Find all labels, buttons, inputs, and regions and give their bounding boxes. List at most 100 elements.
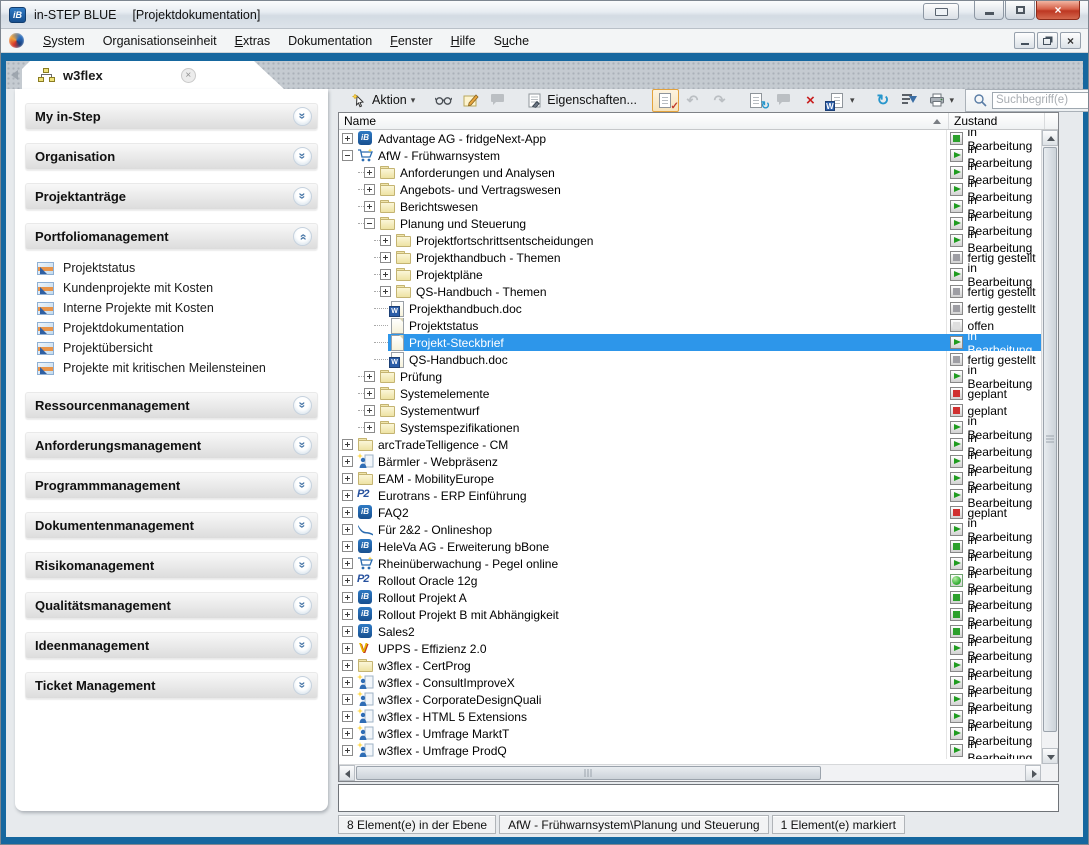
expand-plus-icon[interactable] xyxy=(342,524,353,535)
menu-system[interactable]: System xyxy=(34,31,94,51)
expand-chevron-icon[interactable]: » xyxy=(293,516,312,535)
expand-plus-icon[interactable] xyxy=(364,167,375,178)
mdi-restore-button[interactable] xyxy=(1037,32,1058,49)
horizontal-scroll-thumb[interactable] xyxy=(356,766,821,780)
table-row[interactable]: QS-Handbuch.docfertig gestellt xyxy=(339,351,1041,368)
sidebar-section-portfoliomanagement[interactable]: Portfoliomanagement» xyxy=(25,223,318,250)
expand-chevron-icon[interactable]: » xyxy=(293,556,312,575)
expand-chevron-icon[interactable]: » xyxy=(293,636,312,655)
expand-plus-icon[interactable] xyxy=(364,201,375,212)
expand-plus-icon[interactable] xyxy=(342,490,353,501)
table-row[interactable]: Projekthandbuch - Themenfertig gestellt xyxy=(339,249,1041,266)
sidebar-section-my-in-step[interactable]: My in-Step» xyxy=(25,103,318,130)
menu-extras[interactable]: Extras xyxy=(226,31,279,51)
sidebar-item-projektstatus[interactable]: Projektstatus xyxy=(37,258,318,278)
table-row[interactable]: Rollout Projekt Ain Bearbeitung xyxy=(339,589,1041,606)
refresh-button[interactable]: ↻ xyxy=(869,89,896,112)
scroll-up-icon[interactable] xyxy=(1042,130,1058,146)
expand-plus-icon[interactable] xyxy=(342,609,353,620)
table-row[interactable]: Projektplänein Bearbeitung xyxy=(339,266,1041,283)
expand-plus-icon[interactable] xyxy=(342,456,353,467)
expand-plus-icon[interactable] xyxy=(364,371,375,382)
delete-button[interactable]: × xyxy=(797,89,824,112)
table-row[interactable]: Sales2in Bearbeitung xyxy=(339,623,1041,640)
expand-plus-icon[interactable] xyxy=(342,575,353,586)
table-row[interactable]: Projektfortschrittsentscheidungenin Bear… xyxy=(339,232,1041,249)
expand-plus-icon[interactable] xyxy=(364,184,375,195)
document-refresh-button[interactable]: ↻ xyxy=(743,89,770,112)
table-row[interactable]: Advantage AG - fridgeNext-Appin Bearbeit… xyxy=(339,130,1041,147)
expand-chevron-icon[interactable]: » xyxy=(293,147,312,166)
scroll-right-icon[interactable] xyxy=(1025,765,1041,781)
table-row[interactable]: AfW - Frühwarnsystemin Bearbeitung xyxy=(339,147,1041,164)
expand-chevron-icon[interactable]: » xyxy=(293,396,312,415)
docking-button[interactable] xyxy=(923,3,959,20)
menu-organisationseinheit[interactable]: Organisationseinheit xyxy=(94,31,226,51)
sidebar-item-projektübersicht[interactable]: Projektübersicht xyxy=(37,338,318,358)
menu-fenster[interactable]: Fenster xyxy=(381,31,441,51)
expand-plus-icon[interactable] xyxy=(342,541,353,552)
minimize-button[interactable] xyxy=(974,1,1004,20)
collapse-minus-icon[interactable] xyxy=(342,150,353,161)
menu-hilfe[interactable]: Hilfe xyxy=(442,31,485,51)
sidebar-section-ticket-management[interactable]: Ticket Management» xyxy=(25,672,318,699)
table-row[interactable]: UPPS - Effizienz 2.0in Bearbeitung xyxy=(339,640,1041,657)
mdi-close-button[interactable]: × xyxy=(1060,32,1081,49)
table-row[interactable]: w3flex - ConsultImproveXin Bearbeitung xyxy=(339,674,1041,691)
expand-chevron-icon[interactable]: » xyxy=(293,107,312,126)
document-check-button[interactable]: ✓ xyxy=(652,89,679,112)
table-row[interactable]: w3flex - HTML 5 Extensionsin Bearbeitung xyxy=(339,708,1041,725)
expand-plus-icon[interactable] xyxy=(342,643,353,654)
table-row[interactable]: Rheinüberwachung - Pegel onlinein Bearbe… xyxy=(339,555,1041,572)
menu-suche[interactable]: Suche xyxy=(485,31,538,51)
expand-chevron-icon[interactable]: » xyxy=(293,676,312,695)
table-row[interactable]: Planung und Steuerungin Bearbeitung xyxy=(339,215,1041,232)
expand-plus-icon[interactable] xyxy=(380,235,391,246)
vertical-scrollbar[interactable] xyxy=(1041,130,1058,764)
sidebar-section-ressourcenmanagement[interactable]: Ressourcenmanagement» xyxy=(25,392,318,419)
table-row[interactable]: Projektstatusoffen xyxy=(339,317,1041,334)
table-row[interactable]: Bärmler - Webpräsenzin Bearbeitung xyxy=(339,453,1041,470)
table-row[interactable]: Für 2&2 - Onlineshopin Bearbeitung xyxy=(339,521,1041,538)
sidebar-section-programmmanagement[interactable]: Programmmanagement» xyxy=(25,472,318,499)
scroll-down-icon[interactable] xyxy=(1042,748,1058,764)
sidebar-section-dokumentenmanagement[interactable]: Dokumentenmanagement» xyxy=(25,512,318,539)
expand-plus-icon[interactable] xyxy=(364,388,375,399)
expand-chevron-icon[interactable]: » xyxy=(293,596,312,615)
sidebar-item-kundenprojekte-mit-kosten[interactable]: Kundenprojekte mit Kosten xyxy=(37,278,318,298)
sidebar-section-projektanträge[interactable]: Projektanträge» xyxy=(25,183,318,210)
print-button[interactable]: ▾ xyxy=(923,89,959,112)
table-row[interactable]: Anforderungen und Analysenin Bearbeitung xyxy=(339,164,1041,181)
expand-chevron-icon[interactable]: » xyxy=(293,436,312,455)
table-row[interactable]: w3flex - CertProgin Bearbeitung xyxy=(339,657,1041,674)
sidebar-item-projekte-mit-kritischen-meilensteinen[interactable]: Projekte mit kritischen Meilensteinen xyxy=(37,358,318,378)
expand-plus-icon[interactable] xyxy=(342,677,353,688)
scroll-left-icon[interactable] xyxy=(339,765,355,781)
expand-plus-icon[interactable] xyxy=(342,626,353,637)
expand-plus-icon[interactable] xyxy=(380,269,391,280)
table-row[interactable]: EAM - MobilityEuropein Bearbeitung xyxy=(339,470,1041,487)
expand-plus-icon[interactable] xyxy=(364,422,375,433)
tab-w3flex[interactable]: w3flex × xyxy=(22,61,284,89)
table-row[interactable]: FAQ2geplant xyxy=(339,504,1041,521)
sidebar-section-anforderungsmanagement[interactable]: Anforderungsmanagement» xyxy=(25,432,318,459)
table-row[interactable]: w3flex - Umfrage MarktTin Bearbeitung xyxy=(339,725,1041,742)
collapse-chevron-icon[interactable]: » xyxy=(293,227,312,246)
sidebar-item-projektdokumentation[interactable]: Projektdokumentation xyxy=(37,318,318,338)
expand-plus-icon[interactable] xyxy=(380,252,391,263)
table-row[interactable]: w3flex - CorporateDesignQualiin Bearbeit… xyxy=(339,691,1041,708)
sidebar-section-risikomanagement[interactable]: Risikomanagement» xyxy=(25,552,318,579)
tab-scroll-left-icon[interactable] xyxy=(11,70,18,80)
expand-plus-icon[interactable] xyxy=(380,286,391,297)
expand-plus-icon[interactable] xyxy=(342,592,353,603)
expand-plus-icon[interactable] xyxy=(342,507,353,518)
table-row[interactable]: Projekthandbuch.docfertig gestellt xyxy=(339,300,1041,317)
sort-button[interactable] xyxy=(896,89,923,112)
table-row[interactable]: Systementwurfgeplant xyxy=(339,402,1041,419)
sidebar-item-interne-projekte-mit-kosten[interactable]: Interne Projekte mit Kosten xyxy=(37,298,318,318)
eigenschaften-button[interactable]: Eigenschaften... xyxy=(521,89,642,112)
menu-dokumentation[interactable]: Dokumentation xyxy=(279,31,381,51)
table-row[interactable]: w3flex - Umfrage ProdQin Bearbeitung xyxy=(339,742,1041,759)
column-header-zustand[interactable]: Zustand xyxy=(949,113,1045,129)
tab-close-icon[interactable]: × xyxy=(181,68,196,83)
